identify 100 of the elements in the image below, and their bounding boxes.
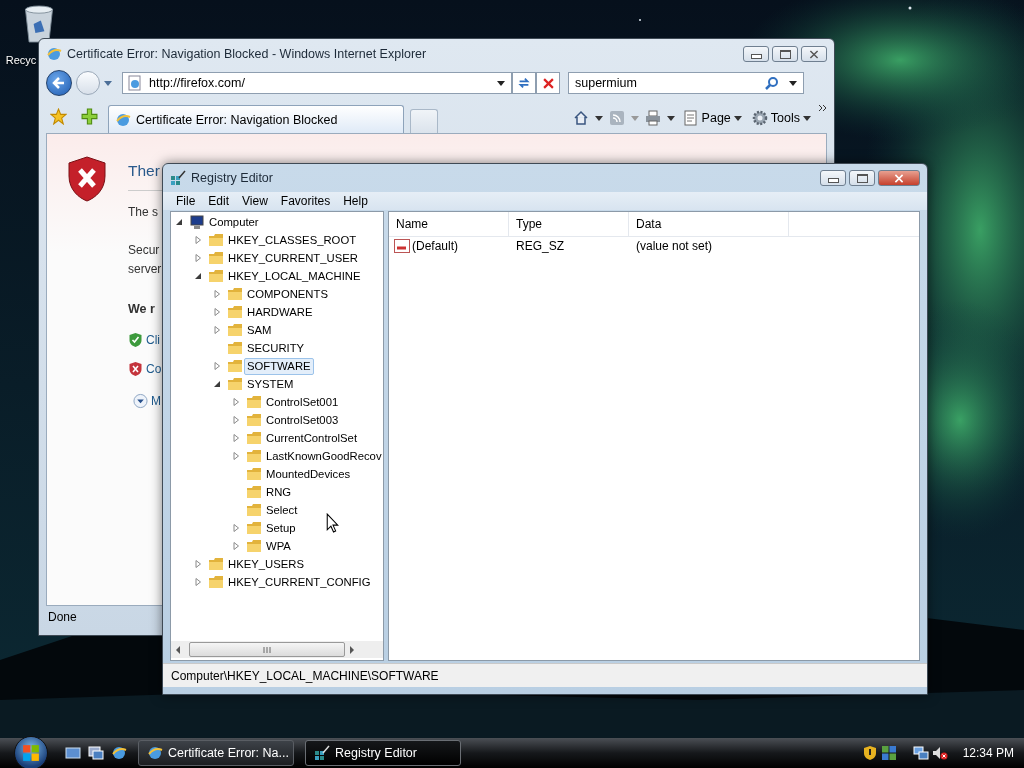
expand-arrow-icon[interactable] <box>232 452 240 460</box>
search-icon[interactable] <box>765 76 779 90</box>
home-icon[interactable] <box>572 110 589 126</box>
search-field[interactable]: supermium <box>568 72 804 94</box>
windows-logo-icon <box>22 744 40 762</box>
printer-icon[interactable] <box>644 110 661 126</box>
expand-arrow-icon[interactable] <box>194 560 202 568</box>
tree-item[interactable]: HKEY_CLASSES_ROOT <box>225 231 360 249</box>
status-text: Done <box>48 610 77 624</box>
page-menu-button[interactable]: Page <box>680 110 744 126</box>
caret-icon <box>803 115 811 121</box>
add-favorite-icon[interactable] <box>81 108 98 125</box>
tree-item[interactable]: LastKnownGoodRecov <box>263 447 383 465</box>
column-header[interactable]: Type <box>509 212 629 236</box>
expand-arrow-icon[interactable] <box>194 578 202 586</box>
expand-icon[interactable] <box>133 393 148 409</box>
folder-icon <box>246 412 262 428</box>
tree-item[interactable]: MountedDevices <box>263 465 354 483</box>
menu-item[interactable]: Help <box>343 194 368 208</box>
dropdown-arrow-icon[interactable] <box>497 80 505 86</box>
column-header[interactable]: Name <box>389 212 509 236</box>
start-button[interactable] <box>14 736 48 768</box>
scroll-right-icon[interactable] <box>349 645 355 654</box>
option-link[interactable]: Cli <box>146 333 160 347</box>
desktop-icon-label[interactable]: Recyc <box>5 54 37 66</box>
collapse-arrow-icon[interactable] <box>175 218 183 226</box>
tree-item[interactable]: Computer <box>206 213 262 231</box>
shield-error-icon <box>128 361 143 377</box>
more-information-link[interactable]: M <box>151 394 161 408</box>
tree-item[interactable]: COMPONENTS <box>244 285 331 303</box>
expand-arrow-icon[interactable] <box>213 308 221 316</box>
clock[interactable]: 12:34 PM <box>962 746 1014 760</box>
collapse-arrow-icon[interactable] <box>194 272 202 280</box>
scroll-left-icon[interactable] <box>175 645 181 654</box>
back-button[interactable] <box>46 70 72 96</box>
tree-item[interactable]: Setup <box>263 519 299 537</box>
dropdown-arrow-icon[interactable] <box>789 80 797 86</box>
taskbar-button[interactable]: Registry Editor <box>305 740 461 766</box>
tree-item[interactable]: Select <box>263 501 301 519</box>
expand-arrow-icon[interactable] <box>232 416 240 424</box>
tree-item[interactable]: HKEY_USERS <box>225 555 307 573</box>
menu-item[interactable]: File <box>176 194 196 208</box>
browser-tab[interactable]: Certificate Error: Navigation Blocked <box>108 105 404 133</box>
expand-arrow-icon[interactable] <box>213 362 221 370</box>
stop-button[interactable] <box>536 72 560 94</box>
tree-item[interactable]: WPA <box>263 537 294 555</box>
expand-arrow-icon[interactable] <box>232 524 240 532</box>
tree-item[interactable]: CurrentControlSet <box>263 429 361 447</box>
show-desktop-icon[interactable] <box>65 745 81 761</box>
dropdown-arrow-icon[interactable] <box>666 115 675 121</box>
security-shield-icon[interactable] <box>861 745 878 761</box>
expand-arrow-icon[interactable] <box>232 434 240 442</box>
tree-item[interactable]: SOFTWARE <box>244 357 314 375</box>
tree-item[interactable]: SECURITY <box>244 339 308 357</box>
tree-item[interactable]: ControlSet001 <box>263 393 342 411</box>
expand-arrow-icon[interactable] <box>213 326 221 334</box>
tree-item[interactable]: HARDWARE <box>244 303 316 321</box>
network-icon[interactable] <box>912 745 929 761</box>
globe-icon <box>115 111 131 128</box>
chevron-icon[interactable] <box>819 105 827 111</box>
muted-speaker-icon[interactable] <box>931 745 948 761</box>
maximize-button[interactable] <box>772 46 798 62</box>
menu-item[interactable]: Edit <box>208 194 230 208</box>
tree-item[interactable]: HKEY_LOCAL_MACHINE <box>225 267 364 285</box>
globe-icon[interactable] <box>111 745 127 761</box>
scroll-thumb[interactable] <box>189 642 345 657</box>
column-header[interactable]: Data <box>629 212 789 236</box>
expand-arrow-icon[interactable] <box>194 236 202 244</box>
address-field[interactable]: http://firefox.com/ <box>122 72 512 94</box>
expand-arrow-icon[interactable] <box>213 290 221 298</box>
string-value-icon <box>394 239 410 253</box>
tree-item[interactable]: SYSTEM <box>244 375 297 393</box>
folder-icon <box>208 556 224 572</box>
refresh-button[interactable] <box>512 72 536 94</box>
menu-item[interactable]: Favorites <box>280 194 331 208</box>
dropdown-arrow-icon[interactable] <box>594 115 603 121</box>
close-button[interactable] <box>878 170 920 186</box>
taskbar-button[interactable]: Certificate Error: Na... <box>138 740 294 766</box>
maximize-button[interactable] <box>849 170 875 186</box>
collapse-arrow-icon[interactable] <box>213 380 221 388</box>
option-link[interactable]: Co <box>146 362 162 376</box>
tree-item[interactable]: SAM <box>244 321 275 339</box>
switch-windows-icon[interactable] <box>88 745 104 761</box>
minimize-button[interactable] <box>743 46 769 62</box>
horizontal-scrollbar[interactable] <box>171 641 383 658</box>
tree-item[interactable]: ControlSet003 <box>263 411 342 429</box>
tree-item[interactable]: HKEY_CURRENT_CONFIG <box>225 573 374 591</box>
tree-item[interactable]: RNG <box>263 483 295 501</box>
expand-arrow-icon[interactable] <box>232 542 240 550</box>
star-icon[interactable] <box>50 108 67 125</box>
expand-arrow-icon[interactable] <box>194 254 202 262</box>
close-button[interactable] <box>801 46 827 62</box>
tools-menu-button[interactable]: Tools <box>749 110 813 126</box>
expand-arrow-icon[interactable] <box>232 398 240 406</box>
folder-icon <box>246 448 262 464</box>
menu-item[interactable]: View <box>242 194 268 208</box>
minimize-button[interactable] <box>820 170 846 186</box>
tree-item[interactable]: HKEY_CURRENT_USER <box>225 249 361 267</box>
windows-flag-icon[interactable] <box>880 745 897 761</box>
caret-icon <box>733 115 742 121</box>
